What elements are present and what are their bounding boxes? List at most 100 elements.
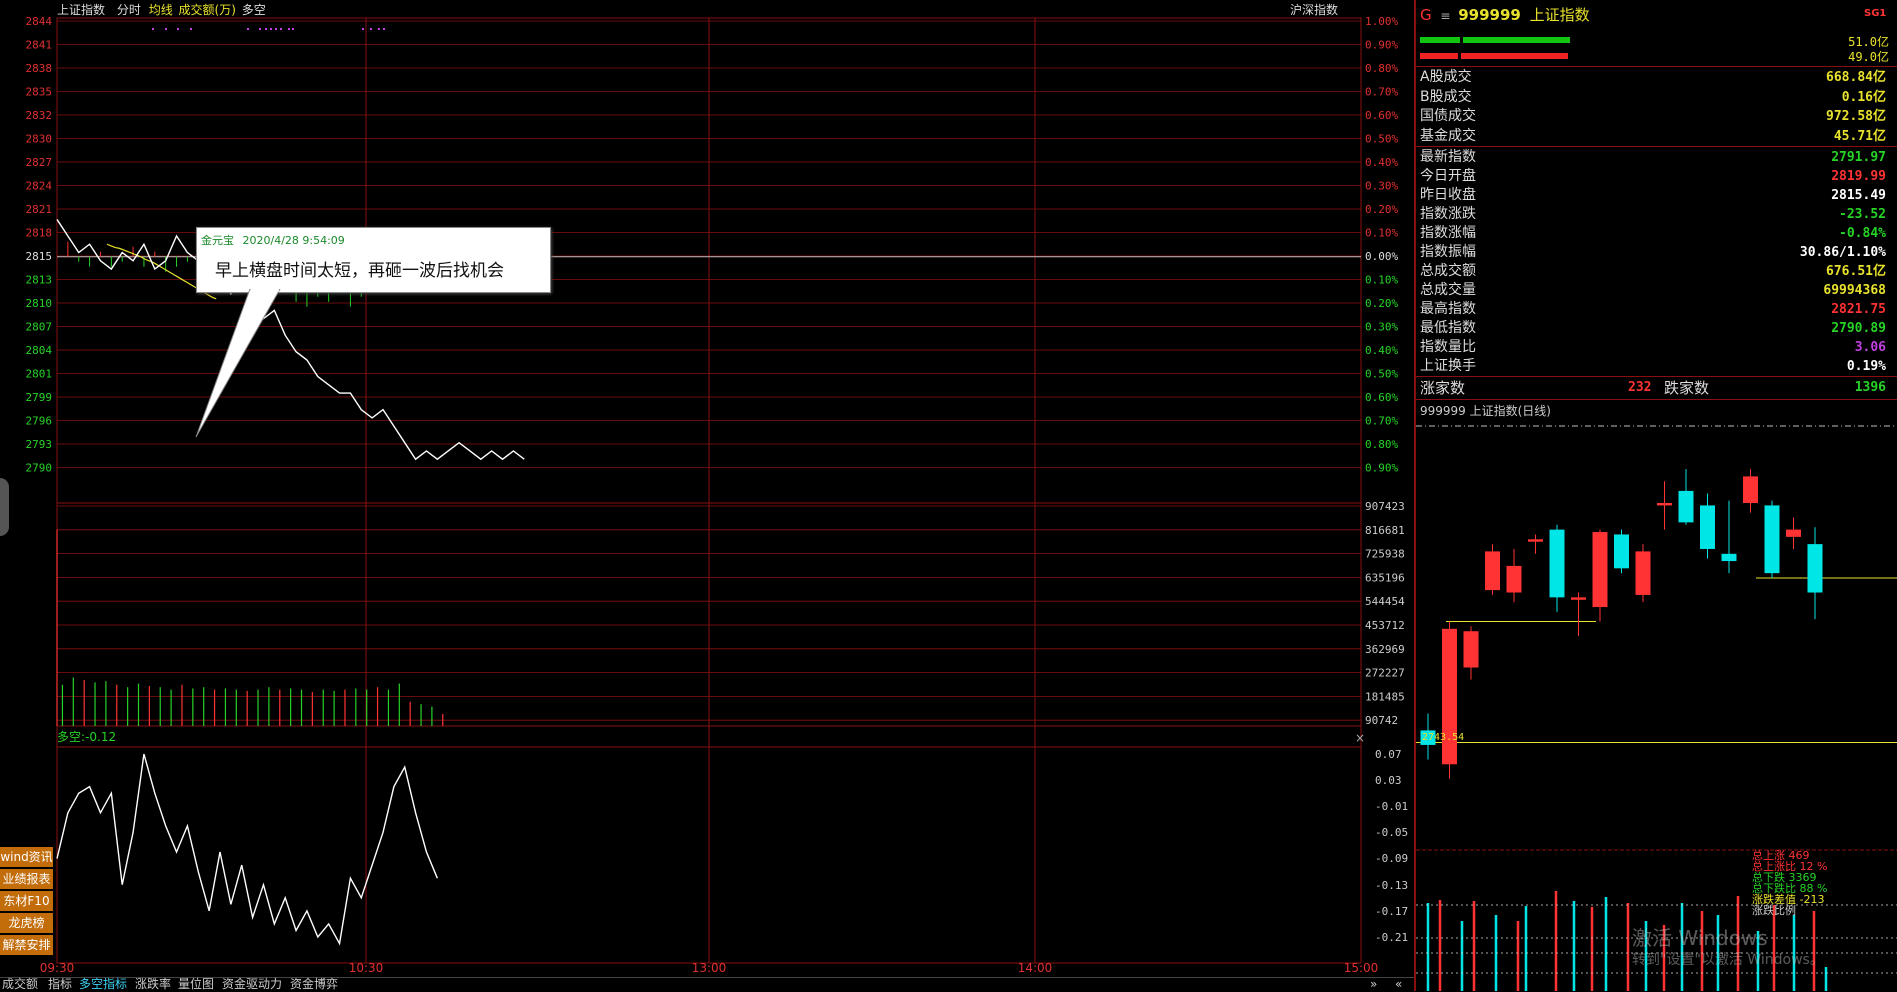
annotation-pointer — [195, 289, 281, 438]
price-tick-label: 2821 — [26, 203, 53, 216]
pct-tick-label: 0.70% — [1365, 415, 1398, 428]
stat-label: 上证换手 — [1420, 358, 1476, 374]
stat-label: 指数涨跌 — [1420, 206, 1476, 222]
stat-value: 2819.99 — [1831, 169, 1886, 184]
stat-value: 2815.49 — [1831, 188, 1886, 203]
price-tick-label: 2793 — [26, 438, 53, 451]
down-count-value: 1396 — [1854, 380, 1886, 395]
candle-body — [1657, 503, 1672, 506]
turnover-value: 0.16亿 — [1841, 89, 1886, 105]
stat-label: 指数涨幅 — [1420, 225, 1476, 241]
tab-fund-drive[interactable]: 资金驱动力 — [222, 978, 282, 991]
signal-marker — [280, 28, 282, 30]
side-button-f10[interactable]: 东材F10 — [0, 891, 53, 912]
scroll-left-icon[interactable]: « — [1395, 978, 1402, 991]
stat-value: 2790.89 — [1831, 321, 1886, 336]
price-tick-label: 2799 — [26, 391, 53, 404]
tab-turnover[interactable]: 成交额 — [2, 978, 38, 991]
indicator-tick-label: -0.17 — [1375, 905, 1408, 918]
time-tick-label: 13:00 — [692, 961, 727, 975]
pct-tick-label: 1.00% — [1365, 15, 1398, 28]
indicator-line — [56, 753, 438, 946]
indicator-tick-label: -0.21 — [1375, 931, 1408, 944]
tab-long-short[interactable]: 多空指标 — [79, 978, 127, 991]
stat-row: 最新指数 2791.97 — [1420, 148, 1892, 167]
candle-body — [1614, 534, 1629, 569]
side-button-wind[interactable]: wind资讯 — [0, 847, 53, 868]
candle-body — [1721, 553, 1737, 562]
signal-marker — [370, 28, 372, 30]
turnover-value: 668.84亿 — [1826, 70, 1886, 85]
volume-tick-label: 362969 — [1365, 643, 1405, 656]
candle-body — [1807, 544, 1823, 593]
candle-body — [1506, 565, 1522, 593]
stat-label: 指数量比 — [1420, 339, 1476, 355]
bar-bottom-value: 49.0亿 — [1848, 50, 1889, 64]
side-button-earnings[interactable]: 业绩报表 — [0, 869, 53, 890]
indicator-tick-label: 0.03 — [1375, 774, 1402, 787]
stat-value: -23.52 — [1839, 207, 1886, 222]
candle-body — [1635, 551, 1651, 595]
activation-watermark-sub: 转到"设置"以激活 Windows。 — [1632, 952, 1824, 968]
price-tick-label: 2841 — [26, 39, 53, 52]
volume-tick-label: 635196 — [1365, 571, 1405, 584]
turnover-value: 972.58亿 — [1826, 109, 1886, 124]
collapse-handle[interactable] — [0, 478, 9, 536]
indicator-close-icon: × — [1355, 731, 1365, 745]
pct-tick-label: 0.10% — [1365, 274, 1398, 287]
up-count-value: 232 — [1628, 380, 1652, 395]
price-tick-label: 2810 — [26, 297, 53, 310]
stat-label: 总成交额 — [1420, 263, 1476, 279]
stat-value: 69994368 — [1823, 283, 1886, 298]
signal-marker — [378, 28, 380, 30]
signal-marker — [247, 28, 249, 30]
tab-rise-fall-rate[interactable]: 涨跌率 — [135, 978, 171, 991]
up-count-label: 涨家数 — [1420, 379, 1466, 397]
inflow-bar-green-b — [1460, 37, 1570, 43]
stat-label: 最低指数 — [1420, 320, 1476, 336]
signal-marker — [275, 28, 277, 30]
price-tick-label: 2801 — [26, 368, 53, 381]
tab-fund-game[interactable]: 资金博弈 — [290, 978, 338, 991]
stat-label: 最高指数 — [1420, 301, 1476, 317]
stat-value: 3.06 — [1854, 340, 1886, 355]
indicator-tick-label: 0.07 — [1375, 748, 1402, 761]
annotation-callout[interactable]: 金元宝 2020/4/28 9:54:09 早上横盘时间太短，再砸一波后找机会 — [196, 227, 551, 293]
stat-row: 今日开盘 2819.99 — [1420, 167, 1892, 186]
stat-row: 最低指数 2790.89 — [1420, 319, 1892, 338]
candle-body — [1485, 551, 1500, 591]
turnover-label: 基金成交 — [1420, 127, 1476, 144]
quote-code: 999999 — [1458, 6, 1521, 24]
pct-tick-label: 0.80% — [1365, 62, 1398, 75]
annotation-author: 金元宝 — [201, 234, 234, 247]
signal-marker — [270, 28, 272, 30]
tab-volume-position[interactable]: 量位图 — [178, 978, 214, 991]
candle-body — [1463, 631, 1479, 668]
intraday-chart[interactable]: 2844 1.00% 2841 0.90% 2838 0.80% 2835 0.70% 2832… — [0, 0, 1414, 991]
pct-tick-label: 0.00% — [1365, 250, 1398, 263]
stat-row: 上证换手 0.19% — [1420, 357, 1892, 376]
side-button-dragon-tiger[interactable]: 龙虎榜 — [0, 913, 53, 934]
quote-badge: SG1 — [1864, 8, 1887, 19]
price-tick-label: 2844 — [26, 15, 53, 28]
tab-indicator[interactable]: 指标 — [48, 978, 72, 991]
signal-marker — [288, 28, 290, 30]
stat-label: 今日开盘 — [1420, 168, 1476, 184]
volume-tick-label: 816681 — [1365, 524, 1405, 537]
stat-row: 指数涨跌 -23.52 — [1420, 205, 1892, 224]
menu-icon[interactable]: ≡ — [1440, 9, 1450, 23]
candle-body — [1442, 628, 1457, 765]
scroll-right-icon[interactable]: » — [1370, 978, 1377, 991]
turnover-row: A股成交 668.84亿 — [1420, 68, 1892, 87]
candle-body — [1528, 539, 1543, 542]
side-button-unlock[interactable]: 解禁安排 — [0, 935, 53, 956]
candle-body — [1549, 529, 1565, 598]
price-tick-label: 2832 — [26, 109, 53, 122]
signal-marker — [190, 28, 192, 30]
bottom-tab-bar: 成交额 指标 多空指标 涨跌率 量位图 资金驱动力 资金博弈 » « — [0, 977, 1414, 992]
signal-marker — [362, 28, 364, 30]
stat-row: 总成交量 69994368 — [1420, 281, 1892, 300]
kline-low-label: 2743.54 — [1422, 732, 1465, 743]
main-chart-area[interactable]: 上证指数 分时 均线 成交额(万) 多空 沪深指数 2844 1.00% 2841 0… — [0, 0, 1414, 991]
price-tick-label: 2790 — [26, 462, 53, 475]
